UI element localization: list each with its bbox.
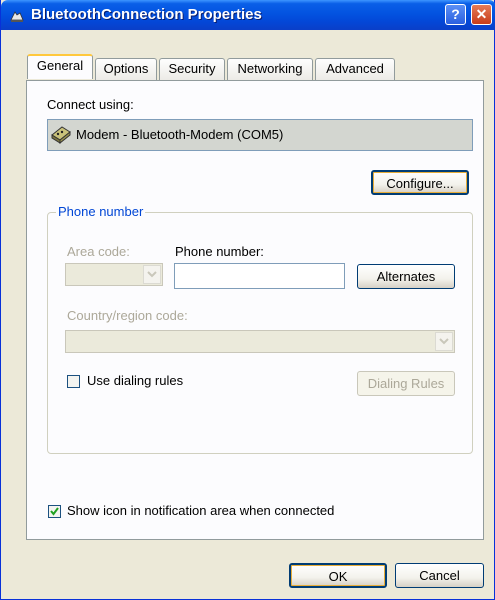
dialing-rules-button[interactable]: Dialing Rules <box>357 371 455 396</box>
tab-networking[interactable]: Networking <box>227 58 313 80</box>
phone-number-label: Phone number: <box>175 244 264 259</box>
use-dialing-rules-label[interactable]: Use dialing rules <box>87 373 183 388</box>
chevron-down-icon <box>147 271 157 278</box>
area-code-label: Area code: <box>67 244 130 259</box>
close-button[interactable]: ✕ <box>471 4 492 25</box>
phone-group-title: Phone number <box>56 204 146 219</box>
alternates-button[interactable]: Alternates <box>357 264 455 289</box>
properties-dialog: BluetoothConnection Properties ? ✕ Gener… <box>0 0 495 600</box>
network-connection-icon <box>10 11 24 22</box>
ok-button[interactable]: OK <box>289 563 387 588</box>
tab-security[interactable]: Security <box>159 58 225 80</box>
connect-using-label: Connect using: <box>47 97 134 112</box>
country-region-combo[interactable] <box>65 330 455 353</box>
cancel-button[interactable]: Cancel <box>395 563 484 588</box>
device-name: Modem - Bluetooth-Modem (COM5) <box>76 127 284 142</box>
area-code-dropdown-arrow[interactable] <box>143 265 161 284</box>
tab-options[interactable]: Options <box>95 58 157 80</box>
country-dropdown-arrow[interactable] <box>435 332 453 351</box>
show-icon-checkbox[interactable] <box>48 505 61 518</box>
tab-advanced[interactable]: Advanced <box>315 58 395 80</box>
show-icon-label[interactable]: Show icon in notification area when conn… <box>67 503 334 518</box>
country-region-label: Country/region code: <box>67 308 188 323</box>
help-button[interactable]: ? <box>445 4 466 25</box>
tab-general[interactable]: General <box>27 54 93 79</box>
phone-number-input[interactable] <box>174 263 345 289</box>
use-dialing-rules-checkbox[interactable] <box>67 375 80 388</box>
modem-icon <box>51 126 71 144</box>
chevron-down-icon <box>439 338 449 345</box>
area-code-combo[interactable] <box>65 263 163 286</box>
title-bar[interactable]: BluetoothConnection Properties ? ✕ <box>1 0 495 30</box>
window-title: BluetoothConnection Properties <box>31 6 262 23</box>
checkmark-icon <box>50 507 59 516</box>
configure-button[interactable]: Configure... <box>371 170 469 195</box>
